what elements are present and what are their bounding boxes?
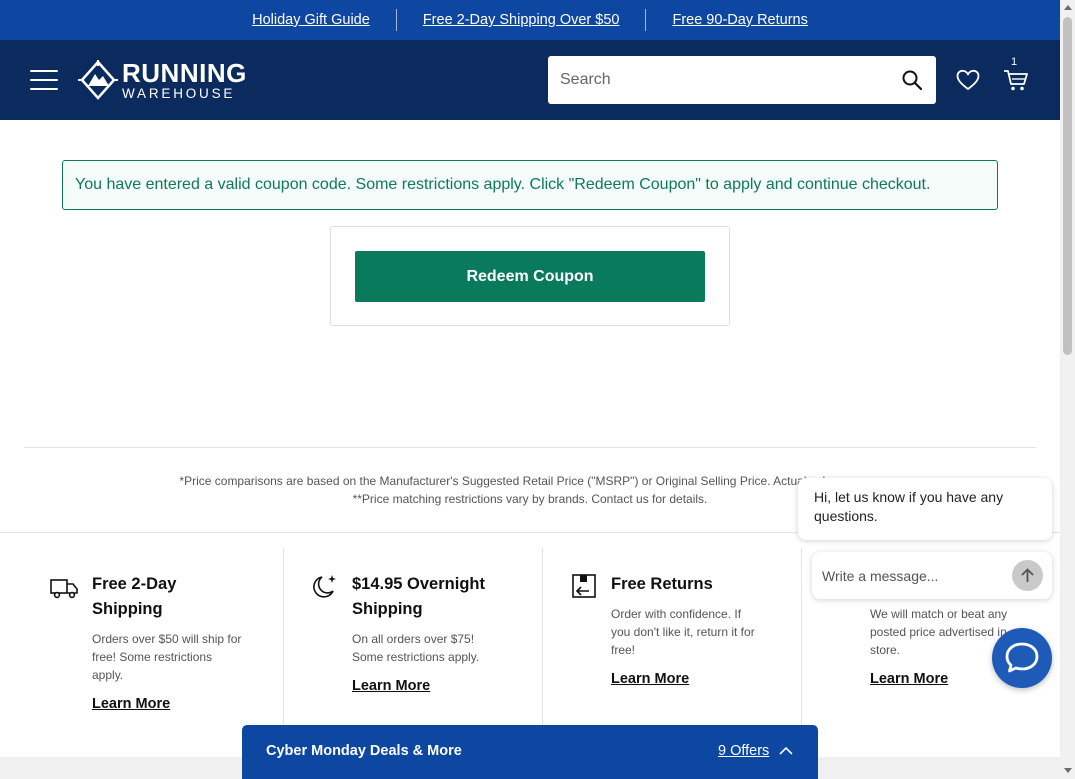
chat-launcher-button[interactable] [992, 628, 1052, 688]
coupon-success-alert: You have entered a valid coupon code. So… [62, 160, 998, 210]
promo-link-gift-guide[interactable]: Holiday Gift Guide [226, 12, 396, 28]
promo-link-free-returns[interactable]: Free 90-Day Returns [646, 12, 833, 28]
page: Holiday Gift Guide Free 2-Day Shipping O… [0, 0, 1075, 779]
feature-description: Order with confidence. If you don't like… [611, 607, 755, 657]
learn-more-link[interactable]: Learn More [92, 696, 170, 712]
search-input[interactable] [560, 56, 890, 104]
menu-icon[interactable] [30, 70, 58, 90]
feature-free-returns: Free Returns Order with confidence. If y… [542, 548, 801, 728]
learn-more-link[interactable]: Learn More [352, 678, 430, 694]
heart-icon[interactable] [956, 69, 980, 91]
feature-description: On all orders over $75! Some restriction… [352, 632, 480, 664]
feature-overnight-shipping: $14.95 Overnight Shipping On all orders … [283, 548, 542, 728]
offers-count-link[interactable]: 9 Offers [718, 743, 769, 759]
redeem-coupon-button[interactable]: Redeem Coupon [355, 251, 705, 302]
chat-bubble-icon [1005, 642, 1039, 673]
chat-send-button[interactable] [1012, 560, 1043, 591]
feature-title: $14.95 Overnight Shipping [352, 575, 485, 618]
chat-input-box [812, 552, 1052, 599]
scroll-up-arrow[interactable] [1064, 5, 1072, 10]
logo-text-running: RUNNING [122, 57, 247, 88]
offers-title: Cyber Monday Deals & More [266, 743, 462, 759]
content-divider [24, 447, 1036, 448]
offers-bar[interactable]: Cyber Monday Deals & More 9 Offers [242, 725, 818, 779]
feature-title: Free 2-Day Shipping [92, 575, 177, 618]
scroll-down-arrow[interactable] [1064, 768, 1072, 773]
search-icon[interactable] [902, 70, 922, 90]
return-box-icon [572, 574, 596, 598]
truck-icon [50, 579, 78, 599]
arrow-up-icon [1021, 568, 1034, 582]
scroll-thumb[interactable] [1063, 17, 1072, 355]
moon-icon [313, 575, 336, 598]
cart-icon[interactable] [1003, 68, 1029, 92]
feature-free-shipping: Free 2-Day Shipping Orders over $50 will… [24, 548, 283, 728]
feature-title: Free Returns [611, 575, 713, 593]
feature-description: Orders over $50 will ship for free! Some… [92, 632, 242, 682]
redeem-card: Redeem Coupon [330, 226, 730, 326]
page-scrollbar[interactable] [1060, 0, 1075, 779]
chat-message-input[interactable] [822, 552, 1007, 599]
chevron-up-icon[interactable] [779, 745, 793, 757]
site-header: RUNNING WAREHOUSE 1 [0, 40, 1060, 120]
promo-bar: Holiday Gift Guide Free 2-Day Shipping O… [0, 0, 1060, 40]
logo-compass-icon [78, 60, 118, 100]
learn-more-link[interactable]: Learn More [870, 671, 948, 687]
learn-more-link[interactable]: Learn More [611, 671, 689, 687]
promo-link-free-shipping[interactable]: Free 2-Day Shipping Over $50 [397, 12, 646, 28]
site-logo[interactable]: RUNNING WAREHOUSE [78, 58, 247, 102]
chat-greeting-bubble: Hi, let us know if you have any question… [798, 478, 1052, 540]
cart-count-badge: 1 [1011, 56, 1018, 68]
logo-text-warehouse: WAREHOUSE [122, 85, 236, 101]
search-box [548, 56, 936, 104]
